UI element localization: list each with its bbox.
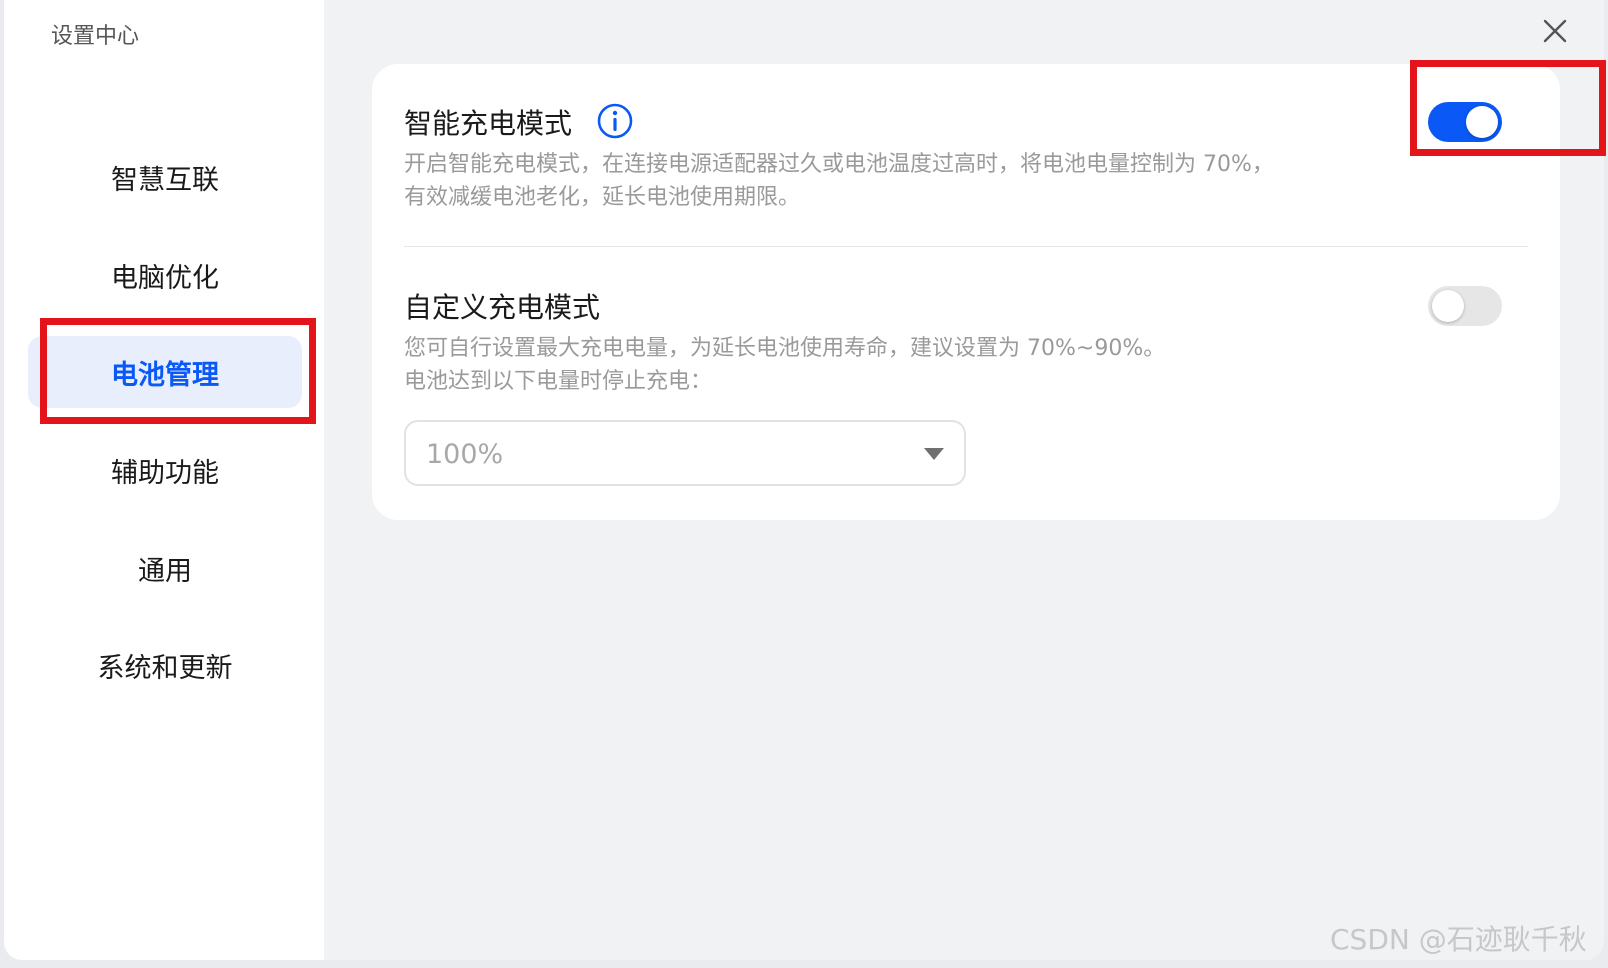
smart-charging-desc-line2: 有效减缓电池老化，延长电池使用期限。 bbox=[404, 185, 801, 210]
sidebar-item-smart-connect[interactable]: 智慧互联 bbox=[28, 141, 302, 213]
sidebar-item-label: 电脑优化 bbox=[111, 262, 219, 294]
custom-charging-desc-line2: 电池达到以下电量时停止充电： bbox=[404, 369, 713, 394]
info-icon bbox=[597, 103, 633, 139]
sidebar-item-pc-optimization[interactable]: 电脑优化 bbox=[28, 239, 302, 311]
sidebar-item-label: 通用 bbox=[138, 555, 192, 587]
sidebar-item-label: 辅助功能 bbox=[111, 457, 219, 489]
app-title: 设置中心 bbox=[51, 24, 140, 49]
info-button[interactable] bbox=[596, 102, 634, 140]
smart-charging-toggle[interactable] bbox=[1428, 102, 1502, 142]
sidebar-item-general[interactable]: 通用 bbox=[28, 532, 302, 604]
max-charge-select-value: 100% bbox=[426, 439, 504, 470]
toggle-knob bbox=[1466, 106, 1498, 138]
smart-charging-description: 开启智能充电模式，在连接电源适配器过久或电池温度过高时，将电池电量控制为 70%… bbox=[404, 148, 1274, 214]
chevron-down-icon bbox=[924, 448, 944, 460]
custom-charging-description: 您可自行设置最大充电电量，为延长电池使用寿命，建议设置为 70%~90%。 电池… bbox=[404, 332, 1165, 398]
sidebar: 设置中心 智慧互联 电脑优化 电池管理 辅助功能 通用 系统和更新 bbox=[4, 0, 324, 960]
sidebar-item-label: 智慧互联 bbox=[111, 164, 219, 196]
custom-charging-toggle[interactable] bbox=[1428, 286, 1502, 326]
watermark: CSDN @石迹耿千秋 bbox=[1330, 923, 1587, 956]
max-charge-select[interactable]: 100% bbox=[404, 420, 966, 486]
sidebar-item-label: 电池管理 bbox=[111, 359, 219, 391]
battery-settings-card: 智能充电模式 开启智能充电模式，在连接电源适配器过久或电池温度过高时，将电池电量… bbox=[372, 64, 1560, 520]
custom-charging-title: 自定义充电模式 bbox=[404, 291, 601, 324]
sidebar-item-accessibility[interactable]: 辅助功能 bbox=[28, 434, 302, 506]
smart-charging-title: 智能充电模式 bbox=[404, 107, 573, 140]
close-button[interactable] bbox=[1538, 14, 1572, 48]
settings-window: 设置中心 智慧互联 电脑优化 电池管理 辅助功能 通用 系统和更新 智能充电模式 bbox=[4, 0, 1604, 960]
custom-charging-desc-line1: 您可自行设置最大充电电量，为延长电池使用寿命，建议设置为 70%~90%。 bbox=[404, 336, 1166, 361]
sidebar-item-system-update[interactable]: 系统和更新 bbox=[28, 629, 302, 701]
smart-charging-desc-line1: 开启智能充电模式，在连接电源适配器过久或电池温度过高时，将电池电量控制为 70%… bbox=[404, 152, 1274, 177]
toggle-knob bbox=[1432, 290, 1464, 322]
close-icon bbox=[1543, 19, 1567, 43]
sidebar-item-label: 系统和更新 bbox=[97, 652, 233, 684]
divider bbox=[404, 246, 1528, 247]
sidebar-item-battery-management[interactable]: 电池管理 bbox=[28, 336, 302, 408]
